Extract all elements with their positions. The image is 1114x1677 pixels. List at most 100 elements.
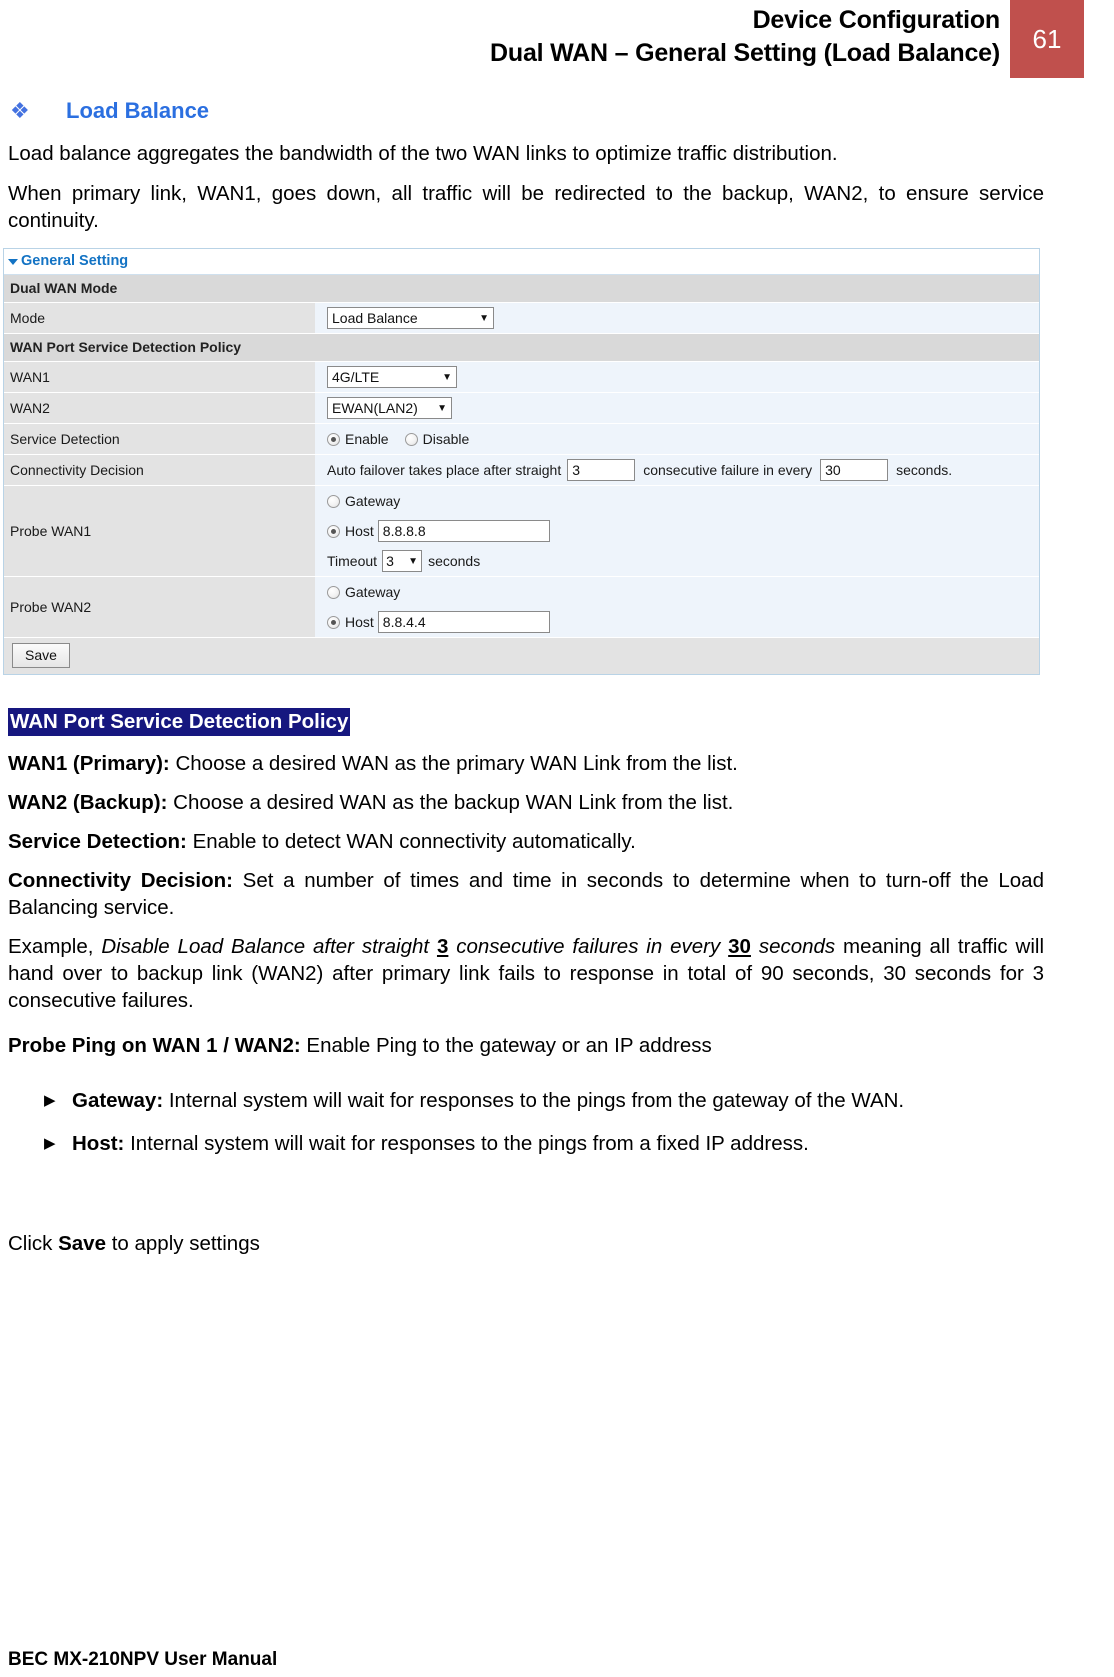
- connectivity-text-before: Auto failover takes place after straight: [327, 462, 562, 478]
- service-detection-enable-label: Enable: [345, 431, 389, 447]
- example-italic-1: Disable Load Balance after straight: [101, 935, 437, 958]
- row-wan2-label: WAN2: [4, 393, 315, 423]
- connectivity-text-after: seconds.: [896, 462, 953, 478]
- probe-wan1-gateway-option[interactable]: Gateway: [315, 486, 1039, 516]
- wan2-backup-paragraph: WAN2 (Backup): Choose a desired WAN as t…: [8, 789, 1044, 816]
- probe-ping-lead: Probe Ping on WAN 1 / WAN2:: [8, 1034, 301, 1057]
- panel-title-bar[interactable]: General Setting: [4, 249, 1039, 275]
- probe-ping-paragraph: Probe Ping on WAN 1 / WAN2: Enable Ping …: [8, 1032, 1044, 1059]
- wan1-primary-body: Choose a desired WAN as the primary WAN …: [169, 752, 738, 775]
- group-header-wan-policy: WAN Port Service Detection Policy: [4, 334, 1039, 362]
- section-heading-label: Load Balance: [66, 98, 210, 123]
- connectivity-decision-lead: Connectivity Decision:: [8, 869, 233, 892]
- wan1-primary-lead: WAN1 (Primary):: [8, 752, 170, 775]
- row-service-detection-label: Service Detection: [4, 424, 315, 454]
- row-mode: Mode Load Balance ▼: [4, 303, 1039, 334]
- service-detection-body: Enable to detect WAN connectivity automa…: [186, 830, 636, 853]
- wan1-primary-paragraph: WAN1 (Primary): Choose a desired WAN as …: [8, 750, 1044, 777]
- probe-wan2-host-label: Host: [345, 614, 374, 630]
- wan1-select[interactable]: 4G/LTE ▼: [327, 366, 457, 388]
- probe-ping-body: Enable Ping to the gateway or an IP addr…: [300, 1034, 712, 1057]
- probe-wan2-gateway-option[interactable]: Gateway: [315, 577, 1039, 607]
- probe-wan1-timeout-row: Timeout 3 ▼ seconds: [315, 546, 1039, 576]
- row-service-detection: Service Detection Enable Disable: [4, 424, 1039, 455]
- example-prefix: Example,: [8, 935, 102, 958]
- radio-icon-host-wan1[interactable]: [327, 524, 340, 538]
- probe-wan1-host-label: Host: [345, 523, 374, 539]
- probe-wan1-timeout-unit: seconds: [428, 553, 481, 569]
- header-title-block: Device Configuration Dual WAN – General …: [490, 4, 1000, 70]
- triangle-right-bullet-icon: ▶: [44, 1135, 56, 1152]
- wan2-select[interactable]: EWAN(LAN2) ▼: [327, 397, 452, 419]
- row-mode-label: Mode: [4, 303, 315, 333]
- intro-paragraph-2: When primary link, WAN1, goes down, all …: [8, 182, 1044, 232]
- click-save-prefix: Click: [8, 1232, 59, 1255]
- row-mode-value: Load Balance ▼: [315, 303, 1039, 333]
- wan2-backup-body: Choose a desired WAN as the backup WAN L…: [167, 791, 734, 814]
- list-item-host: ▶ Host: Internal system will wait for re…: [8, 1130, 1044, 1157]
- consecutive-failures-input[interactable]: 3: [567, 459, 636, 481]
- service-detection-disable-option[interactable]: Disable: [404, 431, 469, 447]
- list-item-host-text: Host: Internal system will wait for resp…: [72, 1130, 809, 1157]
- chevron-down-icon: ▼: [479, 312, 489, 324]
- row-wan1: WAN1 4G/LTE ▼: [4, 362, 1039, 393]
- page-header: Device Configuration Dual WAN – General …: [0, 0, 1114, 78]
- click-save-bold: Save: [58, 1232, 106, 1255]
- radio-icon-gateway-wan2[interactable]: [327, 585, 340, 599]
- triangle-down-icon[interactable]: [8, 259, 18, 265]
- probe-wan1-timeout-value: 3: [386, 553, 394, 569]
- header-title-line2: Dual WAN – General Setting (Load Balance…: [490, 39, 1000, 67]
- header-title-line1: Device Configuration: [752, 6, 1001, 34]
- connectivity-decision-paragraph: Connectivity Decision: Set a number of t…: [8, 867, 1044, 921]
- probe-wan1-host-input[interactable]: 8.8.8.8: [377, 520, 550, 542]
- intro-paragraph-1: Load balance aggregates the bandwidth of…: [8, 142, 838, 165]
- save-bar: Save: [4, 638, 1039, 674]
- list-item-host-lead: Host:: [72, 1132, 125, 1155]
- click-save-suffix: to apply settings: [106, 1232, 260, 1255]
- service-detection-enable-option[interactable]: Enable: [327, 431, 389, 447]
- probe-wan1-timeout-select[interactable]: 3 ▼: [382, 550, 423, 572]
- list-item-host-body: Internal system will wait for responses …: [124, 1132, 809, 1155]
- example-italic-3: seconds: [750, 935, 836, 958]
- example-number-2: 30: [728, 935, 751, 958]
- general-setting-panel: General Setting Dual WAN Mode Mode Load …: [3, 248, 1040, 675]
- chevron-down-icon: ▼: [437, 402, 447, 414]
- mode-select[interactable]: Load Balance ▼: [327, 307, 494, 329]
- section-heading: ❖ Load Balance: [10, 98, 209, 124]
- row-connectivity-decision-label: Connectivity Decision: [4, 455, 315, 485]
- triangle-right-bullet-icon: ▶: [44, 1092, 56, 1109]
- list-item-gateway-lead: Gateway:: [72, 1089, 164, 1112]
- row-connectivity-decision: Connectivity Decision Auto failover take…: [4, 455, 1039, 486]
- row-probe-wan2: Probe WAN2 Gateway Host 8.8.4.4: [4, 577, 1039, 638]
- row-service-detection-value: Enable Disable: [315, 424, 1039, 454]
- row-connectivity-decision-value: Auto failover takes place after straight…: [315, 455, 1039, 485]
- save-button[interactable]: Save: [12, 643, 70, 668]
- click-save-paragraph: Click Save to apply settings: [8, 1230, 1044, 1257]
- list-item-gateway-body: Internal system will wait for responses …: [163, 1089, 905, 1112]
- row-probe-wan2-label: Probe WAN2: [4, 577, 315, 637]
- wan2-select-value: EWAN(LAN2): [332, 400, 418, 416]
- probe-wan1-host-option[interactable]: Host 8.8.8.8: [315, 516, 1039, 546]
- panel-title-label: General Setting: [21, 253, 129, 269]
- page-number-badge: 61: [1010, 0, 1084, 78]
- probe-wan1-gateway-label: Gateway: [345, 493, 401, 509]
- row-wan1-label: WAN1: [4, 362, 315, 392]
- policy-heading: WAN Port Service Detection Policy: [8, 708, 351, 736]
- failure-interval-seconds-input[interactable]: 30: [820, 459, 889, 481]
- radio-icon-gateway-wan1[interactable]: [327, 494, 340, 508]
- wan1-select-value: 4G/LTE: [332, 369, 380, 385]
- row-probe-wan2-value: Gateway Host 8.8.4.4: [315, 577, 1039, 637]
- mode-select-value: Load Balance: [332, 310, 418, 326]
- row-wan2: WAN2 EWAN(LAN2) ▼: [4, 393, 1039, 424]
- radio-icon-enable[interactable]: [327, 432, 340, 446]
- wan2-backup-lead: WAN2 (Backup):: [8, 791, 168, 814]
- probe-wan2-host-option[interactable]: Host 8.8.4.4: [315, 607, 1039, 637]
- service-detection-paragraph: Service Detection: Enable to detect WAN …: [8, 828, 1044, 855]
- footer-text: BEC MX-210NPV User Manual: [8, 1649, 278, 1670]
- radio-icon-host-wan2[interactable]: [327, 615, 340, 629]
- example-paragraph: Example, Disable Load Balance after stra…: [8, 933, 1044, 1014]
- probe-wan2-host-input[interactable]: 8.8.4.4: [377, 611, 550, 633]
- row-probe-wan1-value: Gateway Host 8.8.8.8 Timeout 3 ▼ seconds: [315, 486, 1039, 576]
- radio-icon-disable[interactable]: [404, 432, 418, 446]
- diamond-bullet-icon: ❖: [10, 98, 30, 123]
